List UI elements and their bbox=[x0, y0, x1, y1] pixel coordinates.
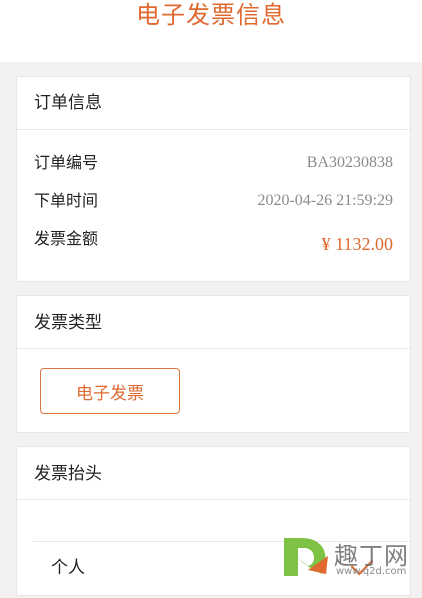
invoice-type-card: 发票类型 电子发票 bbox=[16, 295, 411, 433]
divider bbox=[17, 348, 410, 349]
order-number-value: BA30230838 bbox=[306, 154, 393, 171]
order-info-title: 订单信息 bbox=[34, 93, 102, 113]
watermark-url: www.q2d.com bbox=[336, 566, 407, 577]
order-time-value: 2020-04-26 21:59:29 bbox=[257, 192, 393, 209]
invoice-amount-label: 发票金额 bbox=[34, 229, 99, 248]
divider bbox=[17, 499, 410, 500]
order-time-label: 下单时间 bbox=[34, 191, 99, 210]
option-label: 个人 bbox=[51, 558, 85, 578]
watermark-logo-icon bbox=[284, 538, 328, 576]
invoice-header-title: 发票抬头 bbox=[34, 464, 102, 484]
invoice-type-title: 发票类型 bbox=[34, 313, 102, 333]
divider bbox=[17, 129, 410, 130]
invoice-amount-value: ¥ 1132.00 bbox=[321, 234, 393, 254]
electronic-invoice-button[interactable]: 电子发票 bbox=[40, 368, 180, 414]
order-info-card: 订单信息 订单编号 BA30230838 下单时间 2020-04-26 21:… bbox=[16, 76, 411, 282]
order-number-label: 订单编号 bbox=[34, 153, 99, 172]
watermark: 趣丁网 www.q2d.com bbox=[278, 530, 422, 584]
page-title: 电子发票信息 bbox=[136, 1, 286, 29]
page-header: 电子发票信息 bbox=[0, 0, 422, 62]
